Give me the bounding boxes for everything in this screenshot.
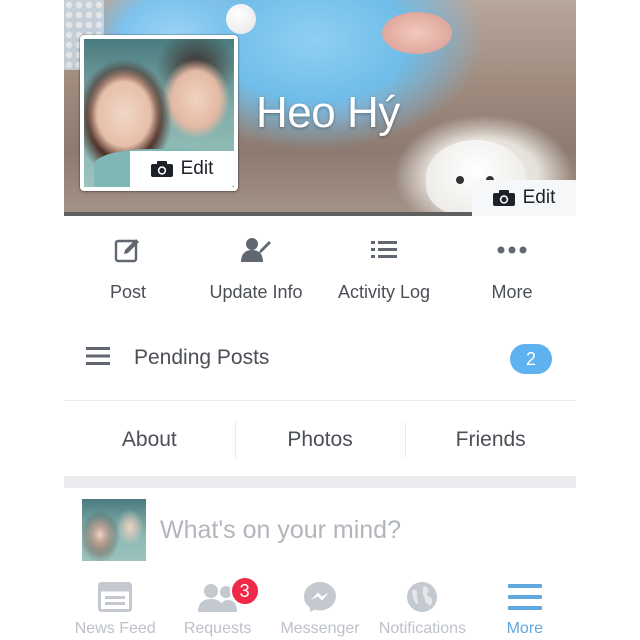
tabbar-more[interactable]: More — [474, 572, 576, 640]
globe-icon — [406, 580, 438, 614]
profile-tabs: About Photos Friends — [64, 410, 576, 470]
tabbar-more-label: More — [506, 620, 544, 637]
profile-name: Heo Hý — [256, 88, 400, 137]
tabbar-news-feed[interactable]: News Feed — [64, 572, 166, 640]
tab-about[interactable]: About — [64, 410, 235, 470]
section-separator — [64, 476, 576, 488]
profile-picture-edit-label: Edit — [180, 158, 214, 179]
cover-decoration — [226, 4, 256, 34]
post-button[interactable]: Post — [64, 230, 192, 316]
more-actions-button[interactable]: More — [448, 230, 576, 316]
profile-picture-edit-button[interactable]: Edit — [130, 151, 234, 187]
composer-avatar — [82, 499, 146, 561]
tabbar-requests[interactable]: 3 Requests — [166, 572, 268, 640]
composer-placeholder[interactable]: What's on your mind? — [160, 516, 401, 545]
tabbar-messenger-label: Messenger — [280, 620, 360, 637]
tabbar-messenger[interactable]: Messenger — [269, 572, 371, 640]
tab-divider — [405, 422, 406, 458]
post-label: Post — [109, 282, 147, 302]
messenger-icon — [303, 580, 337, 614]
camera-icon — [492, 190, 515, 206]
news-feed-icon — [98, 580, 133, 614]
bottom-tab-bar: News Feed 3 Requests Messenger Notificat… — [64, 572, 576, 640]
tabbar-requests-label: Requests — [183, 620, 252, 637]
pending-posts-count-badge: 2 — [510, 344, 552, 374]
cover-edit-label: Edit — [522, 187, 556, 208]
more-dots-icon — [497, 230, 527, 270]
profile-picture[interactable]: Edit — [80, 35, 238, 191]
pending-posts-row[interactable]: Pending Posts 2 — [64, 330, 576, 386]
status-composer[interactable]: What's on your mind? — [64, 488, 576, 572]
hamburger-icon — [507, 580, 542, 614]
menu-lines-icon — [86, 346, 110, 370]
tabbar-notifications-label: Notifications — [378, 620, 466, 637]
profile-screen: Heo Hý Edit Edit Post Update Info Activi… — [64, 0, 576, 640]
requests-count-badge: 3 — [229, 576, 260, 606]
update-info-label: Update Info — [209, 282, 303, 302]
cover-edit-button[interactable]: Edit — [472, 180, 576, 216]
tab-friends[interactable]: Friends — [405, 410, 576, 470]
compose-icon — [114, 230, 142, 270]
list-icon — [371, 230, 397, 270]
cover-decoration — [382, 12, 452, 54]
camera-icon — [150, 161, 173, 177]
tabbar-notifications[interactable]: Notifications — [371, 572, 473, 640]
activity-log-button[interactable]: Activity Log — [320, 230, 448, 316]
activity-log-label: Activity Log — [337, 282, 431, 302]
more-actions-label: More — [491, 282, 533, 302]
person-edit-icon — [240, 230, 272, 270]
update-info-button[interactable]: Update Info — [192, 230, 320, 316]
tab-photos[interactable]: Photos — [235, 410, 406, 470]
profile-actions: Post Update Info Activity Log More — [64, 230, 576, 316]
tab-divider — [235, 422, 236, 458]
tabbar-news-feed-label: News Feed — [74, 620, 156, 637]
divider — [64, 400, 576, 401]
pending-posts-label: Pending Posts — [134, 346, 270, 369]
